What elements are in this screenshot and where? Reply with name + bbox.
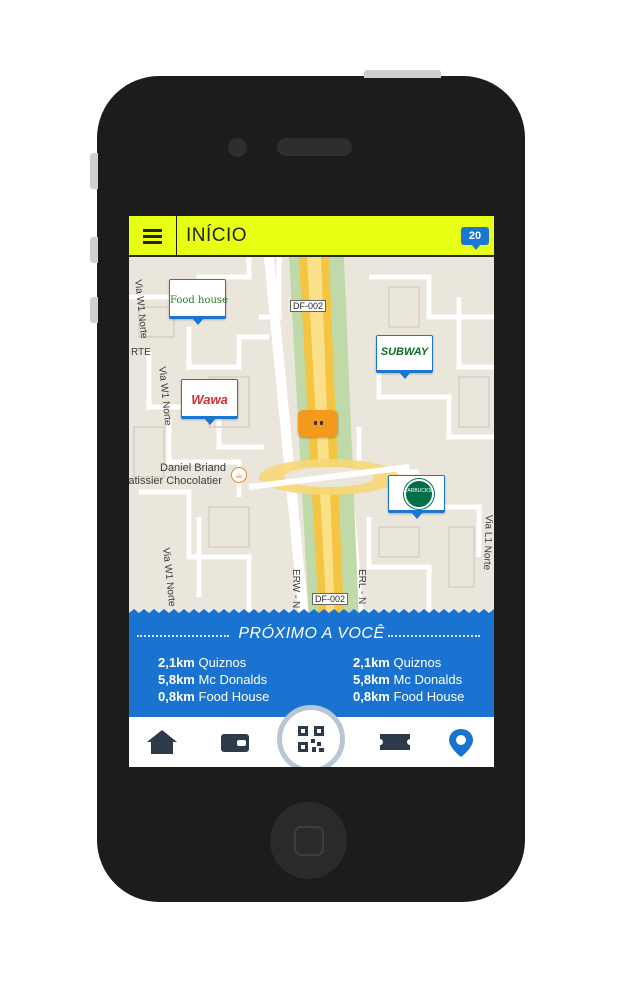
vehicle-eye [314, 421, 317, 425]
wallet-icon [221, 734, 249, 752]
hamburger-icon-line [143, 235, 162, 238]
poi-label: Daniel Briand [160, 462, 227, 474]
phone-speaker [277, 138, 352, 156]
nearby-place: Quiznos [393, 655, 442, 670]
wawa-logo: Wawa [191, 392, 228, 407]
qr-code-icon [298, 726, 324, 752]
nearby-distance: 0,8km [158, 689, 195, 704]
tab-location[interactable] [447, 728, 479, 757]
hamburger-icon-line [143, 241, 162, 244]
phone-mute-switch [90, 153, 98, 189]
food-house-logo: Food house [170, 295, 228, 306]
nearby-item[interactable]: 5,8km Mc Donalds [158, 671, 269, 688]
pin-starbucks[interactable]: STARBUCKS [388, 475, 445, 519]
street-label: RTE [131, 347, 151, 358]
top-bar: INÍCIO 20 [129, 216, 494, 257]
phone-home-button[interactable] [270, 802, 347, 879]
phone-volume-up [90, 237, 98, 263]
road-tag: DF-002 [312, 593, 349, 605]
nearby-list: 2,1km Quiznos 5,8km Mc Donalds 0,8km Foo… [353, 654, 464, 705]
nearby-distance: 2,1km [353, 655, 390, 670]
nearby-distance: 5,8km [353, 672, 390, 687]
nearby-place: Mc Donalds [198, 672, 268, 687]
tab-home[interactable] [146, 728, 178, 756]
nearby-item[interactable]: 5,8km Mc Donalds [353, 671, 464, 688]
phone-camera [228, 138, 247, 157]
menu-button[interactable] [129, 216, 177, 255]
nearby-item[interactable]: 0,8km Food House [353, 688, 464, 705]
nearby-distance: 0,8km [353, 689, 390, 704]
hamburger-icon-line [143, 229, 162, 232]
nearby-distance: 2,1km [158, 655, 195, 670]
nearby-place: Quiznos [198, 655, 247, 670]
tab-ticket[interactable] [379, 728, 411, 756]
phone-top-button [364, 70, 441, 78]
app-screen: INÍCIO 20 Via W1 Norte Via W1 Norte RTE … [129, 216, 494, 767]
tab-wallet[interactable] [219, 728, 251, 756]
street-label: ERL - N [356, 569, 367, 605]
page-title: INÍCIO [186, 225, 248, 246]
nearby-item[interactable]: 2,1km Quiznos [353, 654, 464, 671]
poi-label: Patissier Chocolatier [129, 475, 222, 487]
cafe-icon: ☕ [231, 467, 247, 483]
nearby-place: Food House [198, 689, 270, 704]
street-label: ERW - N [290, 569, 301, 609]
qr-scan-button[interactable] [277, 705, 345, 767]
street-label: Via L1 Norte [481, 514, 494, 571]
starbucks-logo-icon [404, 479, 434, 509]
nearby-panel: PRÓXIMO A VOCÊ 2,1km Quiznos 5,8km Mc Do… [129, 617, 494, 717]
road-tag: DF-002 [290, 300, 327, 312]
nearby-title: PRÓXIMO A VOCÊ [238, 625, 385, 642]
nearby-place: Food House [393, 689, 465, 704]
nearby-list: 2,1km Quiznos 5,8km Mc Donalds 0,8km Foo… [158, 654, 269, 705]
starbucks-logo-text: STARBUCKS [401, 488, 432, 494]
home-button-square [294, 826, 324, 856]
divider-dots [388, 635, 480, 637]
pin-food-house[interactable]: Food house [169, 279, 228, 325]
phone-volume-down [90, 297, 98, 323]
vehicle-marker[interactable] [298, 410, 338, 437]
nearby-distance: 5,8km [158, 672, 195, 687]
nearby-item[interactable]: 0,8km Food House [158, 688, 269, 705]
pin-wawa[interactable]: Wawa [181, 379, 238, 425]
nearby-item[interactable]: 2,1km Quiznos [158, 654, 269, 671]
nearby-place: Mc Donalds [393, 672, 463, 687]
map-view[interactable]: Via W1 Norte Via W1 Norte RTE Via W1 Nor… [129, 257, 494, 619]
home-icon [147, 730, 177, 754]
ticket-icon [380, 734, 410, 750]
notification-badge[interactable]: 20 [461, 227, 489, 250]
location-pin-icon [449, 729, 473, 757]
pin-subway[interactable]: SUBWAY [376, 335, 433, 379]
subway-logo: SUBWAY [380, 346, 429, 358]
vehicle-eye [320, 421, 323, 425]
